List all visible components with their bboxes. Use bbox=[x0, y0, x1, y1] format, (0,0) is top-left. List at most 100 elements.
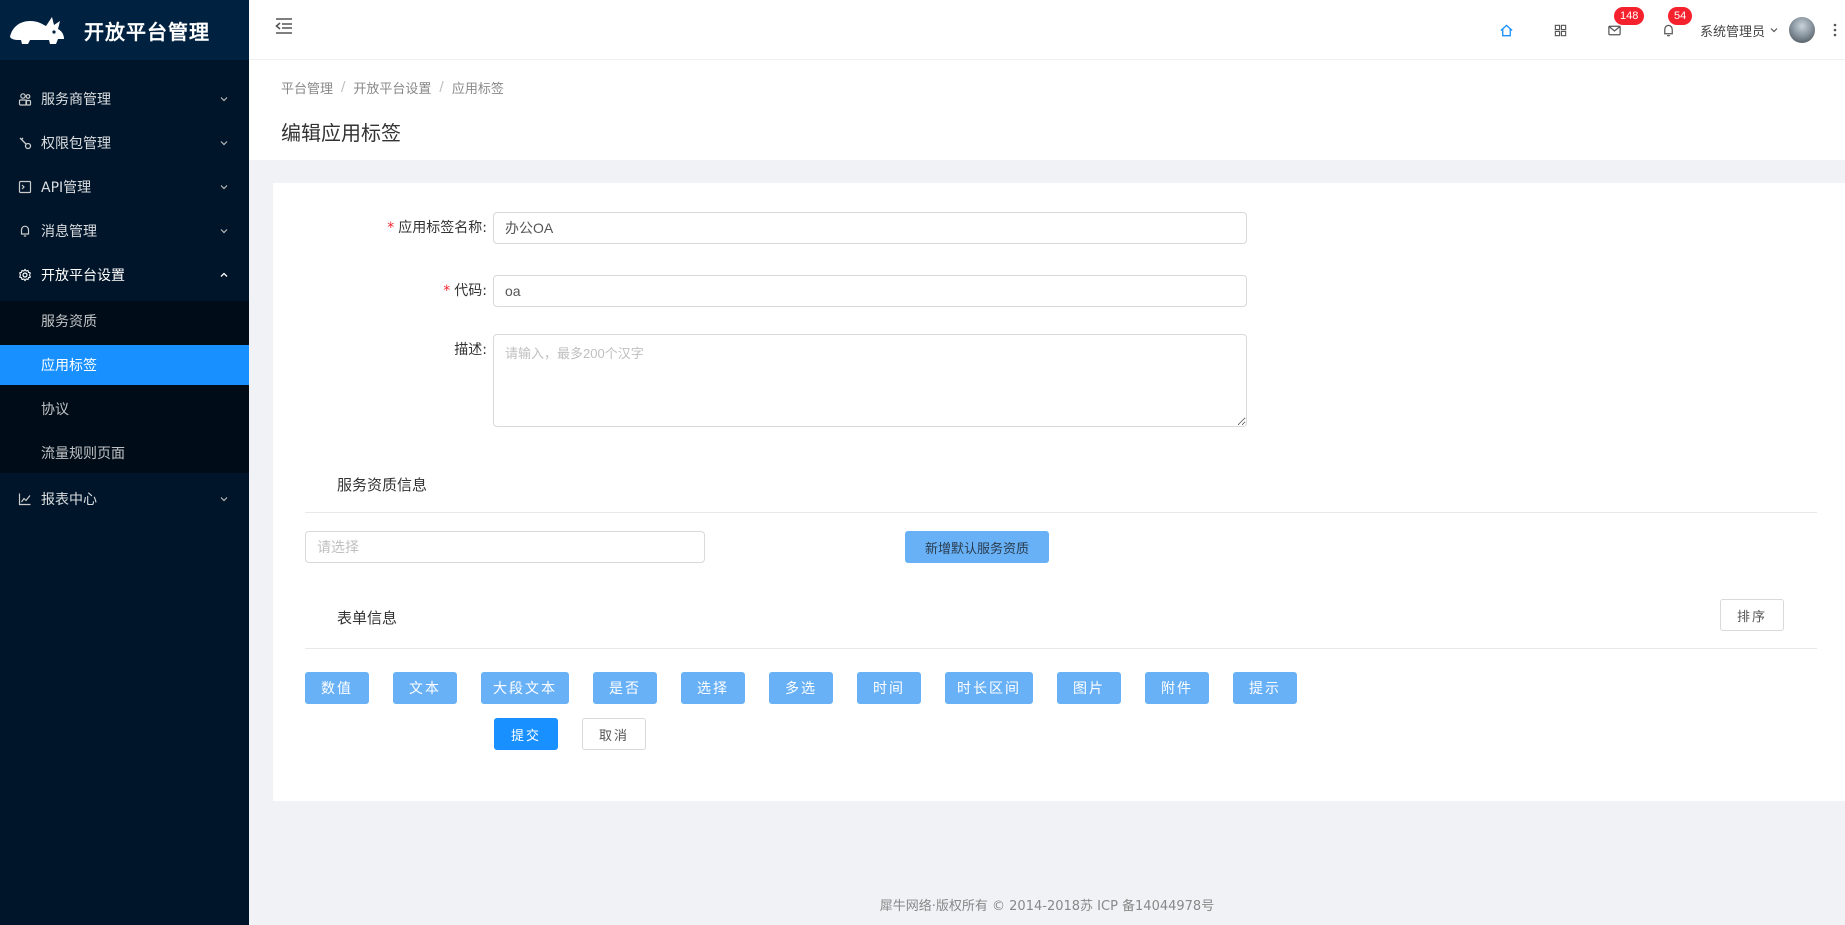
sort-button[interactable]: 排序 bbox=[1720, 599, 1784, 631]
avatar[interactable] bbox=[1789, 17, 1815, 43]
field-type-time-button[interactable]: 时间 bbox=[857, 672, 921, 704]
home-icon bbox=[1500, 23, 1514, 36]
code-label-text: 代码 bbox=[454, 283, 483, 299]
line-chart-icon bbox=[18, 492, 32, 506]
sidebar-item-api[interactable]: API管理 bbox=[0, 165, 249, 209]
sidebar-subitem-app-tags[interactable]: 应用标签 bbox=[0, 345, 249, 385]
sidebar-subitem-traffic-rules[interactable]: 流量规则页面 bbox=[0, 433, 249, 473]
rhino-logo-icon bbox=[10, 17, 64, 44]
breadcrumb-item[interactable]: 开放平台设置 bbox=[353, 78, 431, 97]
submit-button[interactable]: 提交 bbox=[494, 718, 558, 750]
mail-count-badge: 148 bbox=[1613, 7, 1645, 25]
label-colon: : bbox=[482, 342, 487, 358]
code-input[interactable] bbox=[493, 275, 1247, 307]
breadcrumb-item-current: 应用标签 bbox=[451, 82, 504, 97]
sidebar-item-label: 消息管理 bbox=[41, 224, 97, 240]
description-label: 描述: bbox=[273, 334, 493, 366]
chevron-down-icon bbox=[1770, 28, 1778, 33]
add-default-qualification-button[interactable]: 新增默认服务资质 bbox=[905, 531, 1049, 563]
notification-count-badge: 54 bbox=[1667, 7, 1693, 25]
name-label-text: 应用标签名称 bbox=[398, 220, 483, 236]
more-vertical-icon bbox=[1833, 23, 1837, 37]
apps-button[interactable] bbox=[1534, 0, 1588, 60]
required-mark: * bbox=[443, 283, 451, 299]
sidebar-item-label: 服务商管理 bbox=[41, 92, 111, 108]
description-textarea[interactable] bbox=[493, 334, 1247, 427]
breadcrumb: 平台管理 / 开放平台设置 / 应用标签 bbox=[281, 78, 504, 97]
sidebar-subitem-label: 流量规则页面 bbox=[41, 446, 125, 462]
cancel-button[interactable]: 取消 bbox=[582, 718, 646, 750]
chevron-down-icon bbox=[220, 141, 228, 146]
more-button[interactable] bbox=[1825, 0, 1845, 60]
service-qualification-select[interactable]: 请选择 bbox=[305, 531, 705, 563]
field-type-hint-button[interactable]: 提示 bbox=[1233, 672, 1297, 704]
required-mark: * bbox=[387, 220, 395, 236]
field-type-yes-no-button[interactable]: 是否 bbox=[593, 672, 657, 704]
field-type-image-button[interactable]: 图片 bbox=[1057, 672, 1121, 704]
field-type-long-text-button[interactable]: 大段文本 bbox=[481, 672, 569, 704]
gear-icon bbox=[18, 268, 32, 282]
page-header: 平台管理 / 开放平台设置 / 应用标签 编辑应用标签 bbox=[249, 60, 1845, 160]
sidebar-subitem-label: 应用标签 bbox=[41, 358, 97, 374]
menu-fold-icon[interactable] bbox=[274, 17, 294, 35]
sidebar-subitem-qualification[interactable]: 服务资质 bbox=[0, 301, 249, 341]
sidebar-item-label: 开放平台设置 bbox=[41, 268, 125, 284]
label-colon: : bbox=[482, 220, 487, 236]
name-input[interactable] bbox=[493, 212, 1247, 244]
logo[interactable]: 开放平台管理 bbox=[0, 0, 249, 60]
code-label: * 代码: bbox=[273, 275, 493, 307]
sidebar-item-label: 权限包管理 bbox=[41, 136, 111, 152]
chevron-down-icon bbox=[220, 497, 228, 502]
sidebar-subitem-agreement[interactable]: 协议 bbox=[0, 389, 249, 429]
sidebar-item-label: 报表中心 bbox=[41, 492, 97, 508]
mail-button[interactable]: 148 bbox=[1588, 0, 1645, 60]
chevron-down-icon bbox=[220, 97, 228, 102]
field-type-number-button[interactable]: 数值 bbox=[305, 672, 369, 704]
breadcrumb-separator: / bbox=[439, 80, 444, 95]
home-button[interactable] bbox=[1480, 0, 1534, 60]
description-label-text: 描述 bbox=[454, 342, 483, 358]
page-title: 编辑应用标签 bbox=[281, 121, 401, 145]
header-actions: 148 54 系统管理员 bbox=[1480, 0, 1845, 60]
edit-form-card: *应用标签名称: *代码: 描述: 服务资质信息 请选择 新增默认服务资质 表单… bbox=[273, 183, 1845, 801]
sidebar-item-settings[interactable]: 开放平台设置 bbox=[0, 253, 249, 297]
form-section-title: 表单信息 bbox=[337, 609, 398, 627]
sidebar-item-reports[interactable]: 报表中心 bbox=[0, 477, 249, 521]
app-title: 开放平台管理 bbox=[84, 19, 210, 44]
chevron-up-icon bbox=[220, 272, 228, 277]
sidebar-item-label: API管理 bbox=[41, 180, 92, 196]
field-type-text-button[interactable]: 文本 bbox=[393, 672, 457, 704]
sidebar-subitem-label: 协议 bbox=[41, 402, 69, 418]
settings-submenu: 服务资质 应用标签 协议 流量规则页面 bbox=[0, 301, 249, 473]
bell-icon bbox=[18, 224, 32, 238]
key-icon bbox=[18, 136, 32, 150]
top-header: 148 54 系统管理员 bbox=[249, 0, 1845, 60]
team-icon bbox=[18, 92, 32, 106]
service-section-title: 服务资质信息 bbox=[337, 476, 428, 494]
sidebar-item-provider[interactable]: 服务商管理 bbox=[0, 77, 249, 121]
user-name: 系统管理员 bbox=[1699, 24, 1765, 40]
field-type-select-button[interactable]: 选择 bbox=[681, 672, 745, 704]
sidebar-menu: 服务商管理 权限包管理 API管理 消息管理 开放平台设置 服务资质 应用标签 … bbox=[0, 77, 249, 521]
field-type-duration-range-button[interactable]: 时长区间 bbox=[945, 672, 1033, 704]
sidebar-subitem-label: 服务资质 bbox=[41, 314, 97, 330]
form-row-description: 描述: bbox=[273, 334, 1247, 427]
notification-button[interactable]: 54 bbox=[1642, 0, 1696, 60]
sidebar-item-permission[interactable]: 权限包管理 bbox=[0, 121, 249, 165]
sidebar: 开放平台管理 服务商管理 权限包管理 API管理 消息管理 开放平台设置 服务资… bbox=[0, 0, 249, 925]
sidebar-item-message[interactable]: 消息管理 bbox=[0, 209, 249, 253]
form-row-code: * 代码: bbox=[273, 275, 1247, 307]
footer-copyright: 犀牛网络·版权所有 © 2014-2018苏 ICP 备14044978号 bbox=[879, 899, 1215, 914]
breadcrumb-item[interactable]: 平台管理 bbox=[281, 78, 333, 97]
field-type-multi-select-button[interactable]: 多选 bbox=[769, 672, 833, 704]
breadcrumb-separator: / bbox=[341, 80, 346, 95]
api-icon bbox=[18, 180, 32, 194]
section-divider bbox=[305, 648, 1817, 649]
name-label: * 应用标签名称: bbox=[273, 212, 493, 244]
user-menu[interactable]: 系统管理员 bbox=[1696, 0, 1825, 60]
grid-icon bbox=[1555, 24, 1567, 36]
chevron-down-icon bbox=[220, 229, 228, 234]
form-row-name: * 应用标签名称: bbox=[273, 212, 1247, 244]
field-type-attachment-button[interactable]: 附件 bbox=[1145, 672, 1209, 704]
select-placeholder: 请选择 bbox=[317, 539, 359, 555]
